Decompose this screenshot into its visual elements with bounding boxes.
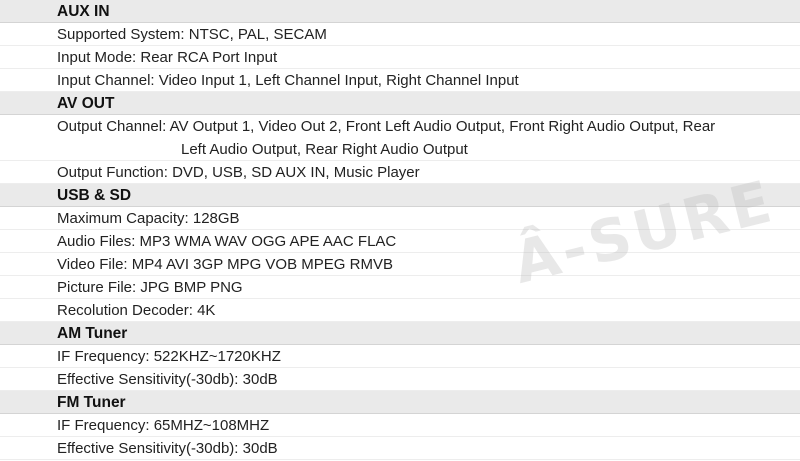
section-header-am-tuner: AM Tuner — [0, 322, 800, 345]
spec-row-fm-if-frequency: IF Frequency: 65MHZ~108MHZ — [0, 414, 800, 437]
spec-sheet: AUX IN Supported System: NTSC, PAL, SECA… — [0, 0, 800, 461]
spec-row-output-channel-line2: Left Audio Output, Rear Right Audio Outp… — [181, 141, 468, 158]
spec-row-output-channel: Output Channel: AV Output 1, Video Out 2… — [0, 115, 800, 161]
spec-row-resolution-decoder: Recolution Decoder: 4K — [0, 299, 800, 322]
spec-row-output-channel-line1: Output Channel: AV Output 1, Video Out 2… — [57, 118, 716, 135]
spec-row-video-file: Video File: MP4 AVI 3GP MPG VOB MPEG RMV… — [0, 253, 800, 276]
section-header-aux-in: AUX IN — [0, 0, 800, 23]
spec-row-input-channel: Input Channel: Video Input 1, Left Chann… — [0, 69, 800, 92]
spec-row-output-function: Output Function: DVD, USB, SD AUX IN, Mu… — [0, 161, 800, 184]
spec-row-supported-system: Supported System: NTSC, PAL, SECAM — [0, 23, 800, 46]
section-header-fm-tuner: FM Tuner — [0, 391, 800, 414]
spec-row-am-if-frequency: IF Frequency: 522KHZ~1720KHZ — [0, 345, 800, 368]
section-header-usb-sd: USB & SD — [0, 184, 800, 207]
spec-row-picture-file: Picture File: JPG BMP PNG — [0, 276, 800, 299]
spec-row-input-mode: Input Mode: Rear RCA Port Input — [0, 46, 800, 69]
spec-row-audio-files: Audio Files: MP3 WMA WAV OGG APE AAC FLA… — [0, 230, 800, 253]
spec-row-am-sensitivity: Effective Sensitivity(-30db): 30dB — [0, 368, 800, 391]
spec-row-fm-sensitivity: Effective Sensitivity(-30db): 30dB — [0, 437, 800, 460]
spec-row-max-capacity: Maximum Capacity: 128GB — [0, 207, 800, 230]
section-header-av-out: AV OUT — [0, 92, 800, 115]
